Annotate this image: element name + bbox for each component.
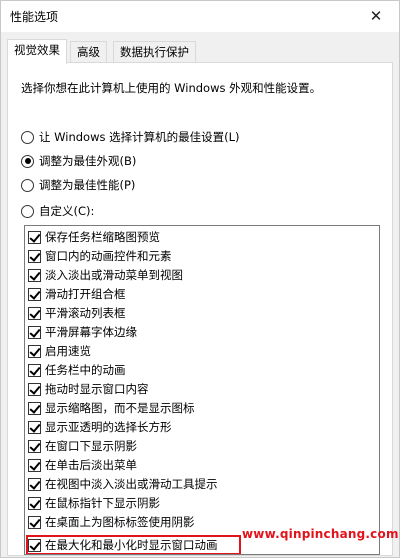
checkbox[interactable]	[28, 401, 41, 415]
list-item-label: 平滑滚动列表框	[45, 306, 126, 320]
list-item[interactable]: 显示亚透明的选择长方形	[28, 418, 172, 436]
list-item-label: 淡入淡出或滑动菜单到视图	[45, 268, 183, 282]
checkbox[interactable]	[28, 496, 41, 510]
list-item[interactable]: 平滑屏幕字体边缘	[28, 323, 137, 341]
radio-custom[interactable]: 自定义(C):	[21, 202, 94, 220]
list-item-label: 滑动打开组合框	[45, 287, 126, 301]
list-item-label: 在鼠标指针下显示阴影	[45, 496, 160, 510]
performance-options-window: 性能选项 ✕ 视觉效果 高级 数据执行保护 选择你想在此计算机上使用的 Wind…	[0, 0, 400, 558]
list-item-label: 平滑屏幕字体边缘	[45, 325, 137, 339]
list-item-label: 拖动时显示窗口内容	[45, 382, 149, 396]
radio-button[interactable]	[21, 178, 34, 192]
radio-best-performance[interactable]: 调整为最佳性能(P)	[21, 176, 135, 194]
radio-label: 自定义(C):	[39, 204, 95, 218]
checkbox[interactable]	[28, 306, 41, 320]
window-title: 性能选项	[10, 10, 59, 24]
list-item-label: 显示亚透明的选择长方形	[45, 420, 172, 434]
list-item[interactable]: 显示缩略图，而不是显示图标	[28, 399, 195, 417]
checkbox[interactable]	[28, 477, 41, 491]
close-icon[interactable]: ✕	[353, 1, 399, 32]
radio-let-windows-choose[interactable]: 让 Windows 选择计算机的最佳设置(L)	[21, 128, 240, 146]
highlight-box	[26, 535, 241, 554]
list-item-label: 任务栏中的动画	[45, 363, 126, 377]
checkbox[interactable]	[28, 439, 41, 453]
panel-description: 选择你想在此计算机上使用的 Windows 外观和性能设置。	[21, 81, 322, 95]
list-item[interactable]: 淡入淡出或滑动菜单到视图	[28, 266, 183, 284]
checkbox[interactable]	[28, 344, 41, 358]
checkbox[interactable]	[28, 458, 41, 472]
effects-listbox[interactable]: 保存任务栏缩略图预览 窗口内的动画控件和元素 淡入淡出或滑动菜单到视图 滑动打开…	[24, 225, 380, 555]
list-item[interactable]: 滑动打开组合框	[28, 285, 126, 303]
list-item-label: 显示缩略图，而不是显示图标	[45, 401, 195, 415]
title-bar: 性能选项 ✕	[1, 1, 399, 32]
list-item[interactable]: 启用速览	[28, 342, 91, 360]
list-item-label: 在视图中淡入淡出或滑动工具提示	[45, 477, 218, 491]
tab-visual-effects[interactable]: 视觉效果	[7, 39, 67, 64]
radio-label: 让 Windows 选择计算机的最佳设置(L)	[39, 130, 240, 144]
radio-button[interactable]	[21, 130, 34, 144]
radio-label: 调整为最佳外观(B)	[39, 154, 137, 168]
list-item[interactable]: 在视图中淡入淡出或滑动工具提示	[28, 475, 218, 493]
radio-label: 调整为最佳性能(P)	[39, 178, 136, 192]
list-item[interactable]: 拖动时显示窗口内容	[28, 380, 149, 398]
checkbox[interactable]	[28, 230, 41, 244]
list-item-label: 启用速览	[45, 344, 91, 358]
radio-button[interactable]	[21, 204, 34, 218]
checkbox[interactable]	[28, 249, 41, 263]
radio-best-appearance[interactable]: 调整为最佳外观(B)	[21, 152, 136, 170]
checkbox[interactable]	[28, 382, 41, 396]
list-item[interactable]: 在窗口下显示阴影	[28, 437, 137, 455]
list-item[interactable]: 窗口内的动画控件和元素	[28, 247, 172, 265]
checkbox[interactable]	[28, 420, 41, 434]
tab-data-execution-prevention[interactable]: 数据执行保护	[113, 41, 196, 63]
list-item[interactable]: 在鼠标指针下显示阴影	[28, 494, 160, 512]
list-item[interactable]: 在单击后淡出菜单	[28, 456, 137, 474]
checkbox[interactable]	[28, 363, 41, 377]
visual-effects-panel: 选择你想在此计算机上使用的 Windows 外观和性能设置。 让 Windows…	[7, 62, 393, 556]
radio-button[interactable]	[21, 154, 34, 168]
checkbox[interactable]	[28, 325, 41, 339]
checkbox[interactable]	[28, 287, 41, 301]
list-item-label: 在单击后淡出菜单	[45, 458, 137, 472]
list-item-label: 在桌面上为图标标签使用阴影	[45, 515, 195, 529]
list-item[interactable]: 平滑滚动列表框	[28, 304, 126, 322]
list-item-label: 窗口内的动画控件和元素	[45, 249, 172, 263]
checkbox[interactable]	[28, 515, 41, 529]
list-item[interactable]: 保存任务栏缩略图预览	[28, 228, 160, 246]
list-item-label: 保存任务栏缩略图预览	[45, 230, 160, 244]
list-item-label: 在窗口下显示阴影	[45, 439, 137, 453]
checkbox[interactable]	[28, 268, 41, 282]
list-item[interactable]: 任务栏中的动画	[28, 361, 126, 379]
watermark-text: www.qinpinchang.com	[242, 527, 399, 541]
tab-advanced[interactable]: 高级	[70, 41, 107, 63]
list-item[interactable]: 在桌面上为图标标签使用阴影	[28, 513, 195, 531]
